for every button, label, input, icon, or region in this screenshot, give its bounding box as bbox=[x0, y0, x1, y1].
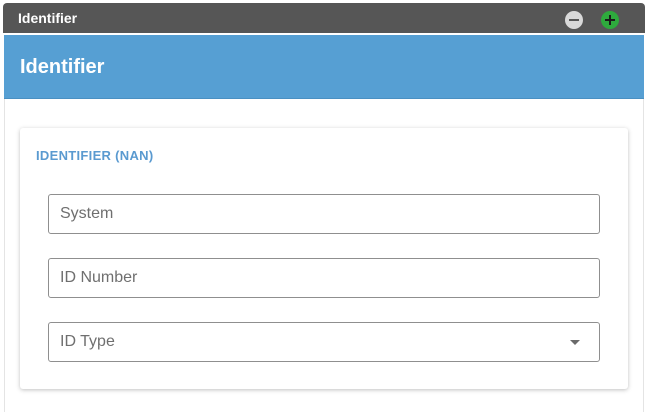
id-type-placeholder: ID Type bbox=[60, 333, 115, 350]
card-title: IDENTIFIER (NAN) bbox=[36, 148, 154, 163]
minus-circle-icon[interactable] bbox=[565, 11, 583, 29]
window-titlebar[interactable]: Identifier bbox=[3, 3, 645, 33]
system-input[interactable]: System bbox=[48, 194, 600, 234]
system-placeholder: System bbox=[60, 205, 114, 222]
id-number-input[interactable]: ID Number bbox=[48, 258, 600, 298]
page-title: Identifier bbox=[20, 56, 105, 78]
plus-circle-icon[interactable] bbox=[601, 11, 619, 29]
window-title: Identifier bbox=[18, 10, 78, 26]
page-header: Identifier bbox=[4, 35, 644, 99]
id-type-select[interactable]: ID Type bbox=[48, 322, 600, 362]
identifier-window: Identifier Identifier IDENTIFIER (NAN) S… bbox=[0, 0, 653, 412]
plus-glyph-vertical bbox=[609, 15, 611, 25]
minus-glyph bbox=[569, 19, 579, 21]
caret-down-icon[interactable] bbox=[570, 340, 580, 345]
id-number-placeholder: ID Number bbox=[60, 269, 138, 286]
identifier-card: IDENTIFIER (NAN) System ID Number ID Typ… bbox=[20, 128, 628, 389]
